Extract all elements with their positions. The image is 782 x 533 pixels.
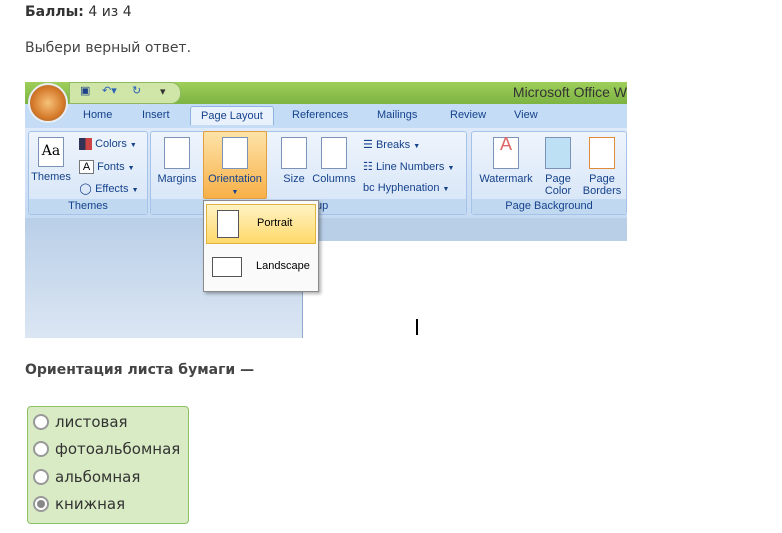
- option-knizhnaya[interactable]: книжная: [33, 491, 125, 517]
- prompt: Выбери верный ответ.: [25, 40, 192, 56]
- menu-item-portrait: Portrait: [206, 204, 316, 244]
- page-color-button: Page Color: [538, 137, 578, 197]
- watermark-icon: A: [493, 135, 519, 169]
- word-screenshot: Microsoft Office W ▣ ↶▾ ↻ ▾ Home Insert …: [25, 82, 627, 338]
- tab-page-layout: Page Layout: [190, 106, 274, 125]
- radio-button[interactable]: [33, 441, 49, 457]
- watermark-button: A Watermark: [479, 134, 533, 185]
- ruler-strip: [302, 218, 627, 241]
- quick-access-toolbar: ▣ ↶▾ ↻ ▾: [69, 82, 181, 104]
- hyphenation-button: bc Hyphenation ▼: [363, 182, 450, 194]
- hyphenation-icon: bc: [363, 182, 375, 194]
- radio-button[interactable]: [33, 469, 49, 485]
- tab-mailings: Mailings: [377, 109, 418, 121]
- undo-icon: ↶▾: [102, 85, 117, 97]
- line-numbers-icon: ☷: [363, 161, 373, 173]
- page-background-group: A Watermark Page Color Page Borders Page Ba…: [471, 131, 627, 215]
- columns-button: Columns: [311, 137, 357, 185]
- colors-button: Colors ▼: [79, 138, 137, 151]
- menu-item-landscape: Landscape: [206, 248, 314, 286]
- portrait-icon: [217, 210, 239, 238]
- tab-view: View: [514, 109, 538, 121]
- columns-icon: [321, 137, 347, 169]
- margins-icon: [164, 137, 190, 169]
- size-icon: [281, 137, 307, 169]
- size-button: Size: [279, 137, 309, 185]
- tab-insert: Insert: [142, 109, 170, 121]
- page-borders-icon: [589, 137, 615, 169]
- orientation-menu: Portrait Landscape: [203, 200, 319, 292]
- fonts-button: A Fonts ▼: [79, 160, 135, 174]
- app-title: Microsoft Office W: [512, 84, 627, 100]
- document-page: [302, 241, 627, 338]
- option-listovaya[interactable]: листовая: [33, 409, 128, 435]
- colors-icon: [79, 138, 92, 151]
- margins-button: Margins: [156, 137, 198, 185]
- tab-home: Home: [83, 109, 113, 121]
- save-icon: ▣: [80, 85, 91, 97]
- orientation-icon: [222, 137, 248, 169]
- page-color-icon: [545, 137, 571, 169]
- line-numbers-button: ☷ Line Numbers ▼: [363, 161, 455, 173]
- radio-button-selected[interactable]: [33, 496, 49, 512]
- score: Баллы: 4 из 4: [25, 4, 132, 20]
- score-value: 4 из 4: [88, 4, 132, 20]
- themes-icon: Aa: [38, 137, 64, 167]
- option-albomnaya[interactable]: альбомная: [33, 464, 140, 490]
- ribbon-tabs: Home Insert Page Layout References Maili…: [25, 104, 627, 128]
- radio-button[interactable]: [33, 414, 49, 430]
- landscape-icon: [212, 257, 242, 277]
- office-button-icon: [28, 83, 68, 123]
- text-cursor: [416, 319, 418, 335]
- answer-options: листовая фотоальбомная альбомная книжная: [27, 406, 189, 524]
- breaks-icon: ☰: [363, 139, 373, 151]
- page-background-group-label: Page Background: [472, 199, 626, 214]
- tab-references: References: [292, 109, 349, 121]
- customize-icon: ▾: [160, 86, 166, 98]
- themes-group: Aa Themes Colors ▼ A Fonts ▼ ◯ Effects ▼ …: [28, 131, 148, 215]
- tab-review: Review: [450, 109, 487, 121]
- ribbon: Aa Themes Colors ▼ A Fonts ▼ ◯ Effects ▼ …: [25, 128, 627, 218]
- breaks-button: ☰ Breaks ▼: [363, 139, 421, 151]
- score-label: Баллы:: [25, 4, 84, 20]
- orientation-button: Orientation ▼: [203, 131, 267, 199]
- fonts-icon: A: [79, 160, 94, 174]
- themes-button: Aa Themes: [31, 137, 71, 183]
- question-text: Ориентация листа бумаги —: [25, 362, 255, 378]
- effects-button: ◯ Effects ▼: [79, 183, 139, 195]
- redo-icon: ↻: [132, 85, 142, 97]
- option-fotoalbomnaya[interactable]: фотоальбомная: [33, 436, 180, 462]
- page-borders-button: Page Borders: [580, 137, 624, 197]
- themes-group-label: Themes: [29, 199, 147, 214]
- effects-icon: ◯: [79, 183, 92, 195]
